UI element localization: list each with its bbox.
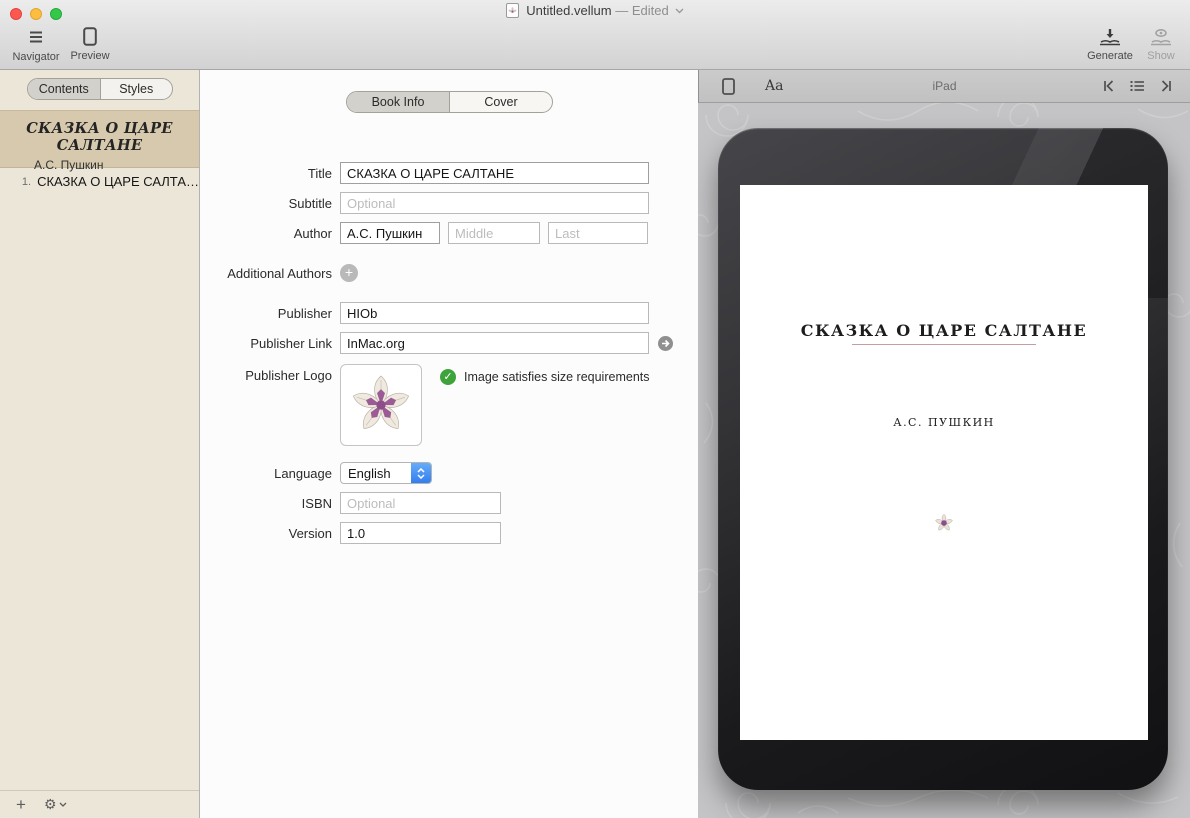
tab-contents[interactable]: Contents (28, 79, 100, 99)
size-check-icon: ✓ (440, 369, 456, 385)
preview-book-title: СКАЗКА О ЦАРЕ САЛТАНЕ (740, 321, 1148, 340)
isbn-field-label: ISBN (200, 496, 340, 511)
publisher-logo-well[interactable] (340, 364, 422, 446)
preview-publisher-logo-icon (740, 513, 1148, 533)
main-tabs: Book Info Cover (346, 91, 553, 113)
language-value: English (341, 466, 411, 481)
title-dash: — (615, 3, 628, 18)
ipad-screen[interactable]: СКАЗКА О ЦАРЕ САЛТАНЕ А.С. ПУШКИН (740, 185, 1148, 740)
window-chrome: Untitled.vellum — Edited Navigator Previ… (0, 0, 1190, 70)
navigator-icon (8, 28, 64, 50)
publisher-field-label: Publisher (200, 306, 340, 321)
contents-list-icon[interactable] (1130, 80, 1145, 92)
generate-label: Generate (1087, 50, 1133, 62)
title-rule (852, 344, 1036, 345)
ipad-device-frame: СКАЗКА О ЦАРЕ САЛТАНЕ А.С. ПУШКИН (718, 128, 1168, 790)
preview-label: Preview (70, 50, 109, 62)
subtitle-input[interactable] (340, 192, 649, 214)
publisher-input[interactable] (340, 302, 649, 324)
document-icon (506, 3, 519, 18)
sidebar-tabs: Contents Styles (27, 78, 173, 100)
preview-book-author: А.С. ПУШКИН (740, 416, 1148, 429)
additional-authors-label: Additional Authors (200, 266, 340, 281)
go-first-page-icon[interactable] (1103, 80, 1116, 92)
publisher-logo-flower-image (348, 372, 414, 438)
sidebar-chapter-item[interactable]: 1. СКАЗКА О ЦАРЕ САЛТА… (0, 168, 199, 195)
go-last-page-icon[interactable] (1159, 80, 1172, 92)
tab-cover[interactable]: Cover (449, 92, 552, 112)
title-chevron-down-icon[interactable] (675, 8, 684, 14)
subtitle-field-label: Subtitle (200, 196, 340, 211)
preview-icon (66, 27, 114, 49)
gear-chevron-down-icon[interactable] (59, 802, 67, 807)
sidebar-book-header[interactable]: СКАЗКА О ЦАРЕ САЛТАНЕ А.С. Пушкин (0, 110, 199, 168)
sidebar-footer: + ⚙ (0, 790, 199, 818)
sidebar: Contents Styles СКАЗКА О ЦАРЕ САЛТАНЕ А.… (0, 70, 200, 818)
version-field-label: Version (200, 526, 340, 541)
book-info-panel: Book Info Cover Title Subtitle Author Ad… (200, 70, 698, 818)
vellum-window: Untitled.vellum — Edited Navigator Previ… (0, 0, 1190, 818)
tab-book-info[interactable]: Book Info (347, 92, 449, 112)
tab-styles[interactable]: Styles (100, 79, 173, 99)
version-input[interactable] (340, 522, 501, 544)
show-icon (1140, 27, 1182, 49)
add-chapter-button[interactable]: + (16, 795, 36, 815)
show-label: Show (1147, 50, 1175, 62)
chapter-title: СКАЗКА О ЦАРЕ САЛТА… (37, 174, 199, 189)
language-popup[interactable]: English (340, 462, 432, 484)
gear-icon[interactable]: ⚙ (44, 796, 57, 813)
publisher-link-label: Publisher Link (200, 336, 340, 351)
preview-toolbar: iPad Aa (698, 70, 1190, 103)
title-input[interactable] (340, 162, 649, 184)
preview-canvas: СКАЗКА О ЦАРЕ САЛТАНЕ А.С. ПУШКИН (698, 103, 1190, 818)
author-field-label: Author (200, 226, 340, 241)
sidebar-book-title: СКАЗКА О ЦАРЕ САЛТАНЕ (0, 120, 199, 154)
preview-panel: iPad Aa (698, 70, 1190, 818)
language-field-label: Language (200, 466, 340, 481)
navigator-label: Navigator (12, 51, 59, 63)
preview-toggle-button[interactable]: Preview (66, 26, 114, 62)
isbn-input[interactable] (340, 492, 501, 514)
edited-status[interactable]: Edited (632, 3, 669, 18)
author-middle-input[interactable] (448, 222, 540, 244)
generate-icon (1082, 27, 1138, 49)
open-link-button[interactable] (658, 336, 673, 351)
popup-stepper-icon (411, 462, 431, 484)
generate-button[interactable]: Generate (1082, 26, 1138, 62)
author-first-input[interactable] (340, 222, 440, 244)
publisher-link-input[interactable] (340, 332, 649, 354)
document-title: Untitled.vellum (526, 3, 611, 18)
navigator-button[interactable]: Navigator (8, 26, 64, 63)
show-button[interactable]: Show (1140, 26, 1182, 62)
publisher-logo-label: Publisher Logo (200, 364, 340, 383)
add-author-button[interactable]: + (340, 264, 358, 282)
title-field-label: Title (200, 166, 340, 181)
author-last-input[interactable] (548, 222, 648, 244)
chapter-number: 1. (18, 176, 31, 188)
window-title: Untitled.vellum — Edited (0, 3, 1190, 18)
logo-size-status: Image satisfies size requirements (464, 370, 650, 384)
